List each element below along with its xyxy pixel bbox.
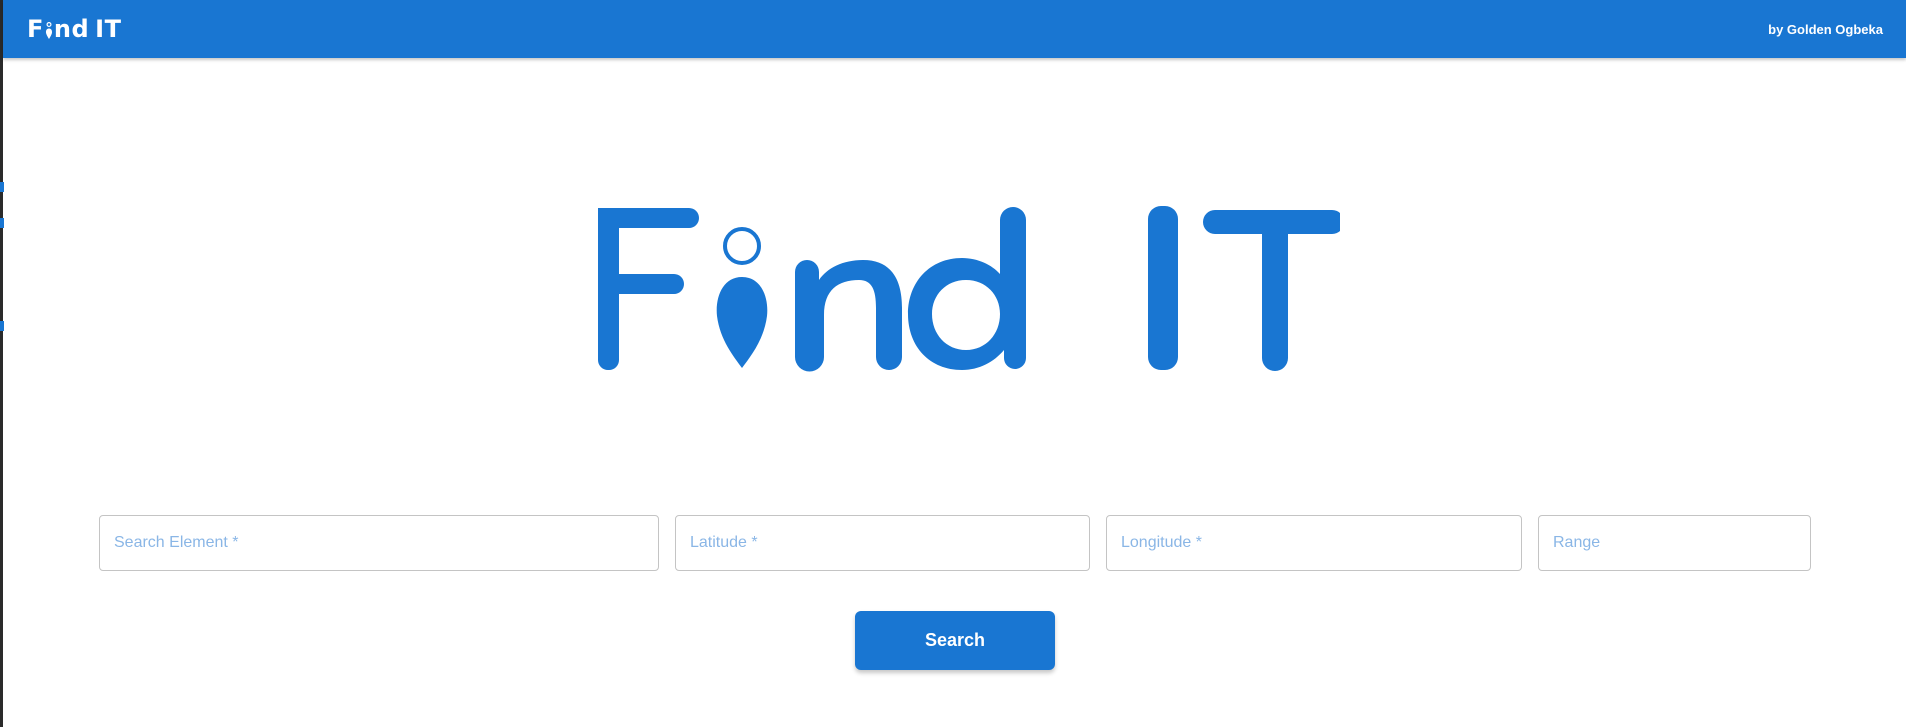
longitude-input[interactable] bbox=[1107, 516, 1521, 570]
location-pin-icon bbox=[45, 22, 52, 39]
search-element-input[interactable] bbox=[100, 516, 658, 570]
logo-letter-n bbox=[795, 260, 902, 372]
range-field bbox=[1538, 515, 1811, 571]
latitude-input[interactable] bbox=[676, 516, 1089, 570]
longitude-field bbox=[1106, 515, 1522, 571]
logo-letter-f bbox=[598, 208, 699, 370]
search-element-field bbox=[99, 515, 659, 571]
brand-letters-nd: nd bbox=[53, 15, 90, 43]
logo-pin-dot bbox=[723, 227, 761, 265]
latitude-field bbox=[675, 515, 1090, 571]
edge-marker bbox=[0, 321, 4, 331]
author-credit: by Golden Ogbeka bbox=[1768, 21, 1883, 37]
brand-logo[interactable]: F nd IT bbox=[27, 0, 121, 58]
window-left-edge bbox=[0, 0, 3, 727]
search-button[interactable]: Search bbox=[855, 611, 1055, 670]
top-app-bar: F nd IT by Golden Ogbeka bbox=[3, 0, 1906, 58]
hero-logo bbox=[580, 200, 1340, 380]
logo-letter-d bbox=[908, 207, 1026, 370]
logo-letter-t bbox=[1203, 210, 1340, 371]
brand-letter-f: F bbox=[27, 15, 44, 43]
edge-marker bbox=[0, 218, 4, 228]
app-root: F nd IT by Golden Ogbeka Search Element … bbox=[0, 0, 1906, 727]
search-form bbox=[99, 515, 1811, 571]
brand-word-it: IT bbox=[95, 15, 122, 43]
edge-marker bbox=[0, 182, 4, 192]
logo-letter-i bbox=[1148, 206, 1178, 370]
location-pin-icon bbox=[716, 277, 768, 368]
hero-logo-graphic bbox=[598, 206, 1340, 372]
range-input[interactable] bbox=[1539, 516, 1810, 570]
